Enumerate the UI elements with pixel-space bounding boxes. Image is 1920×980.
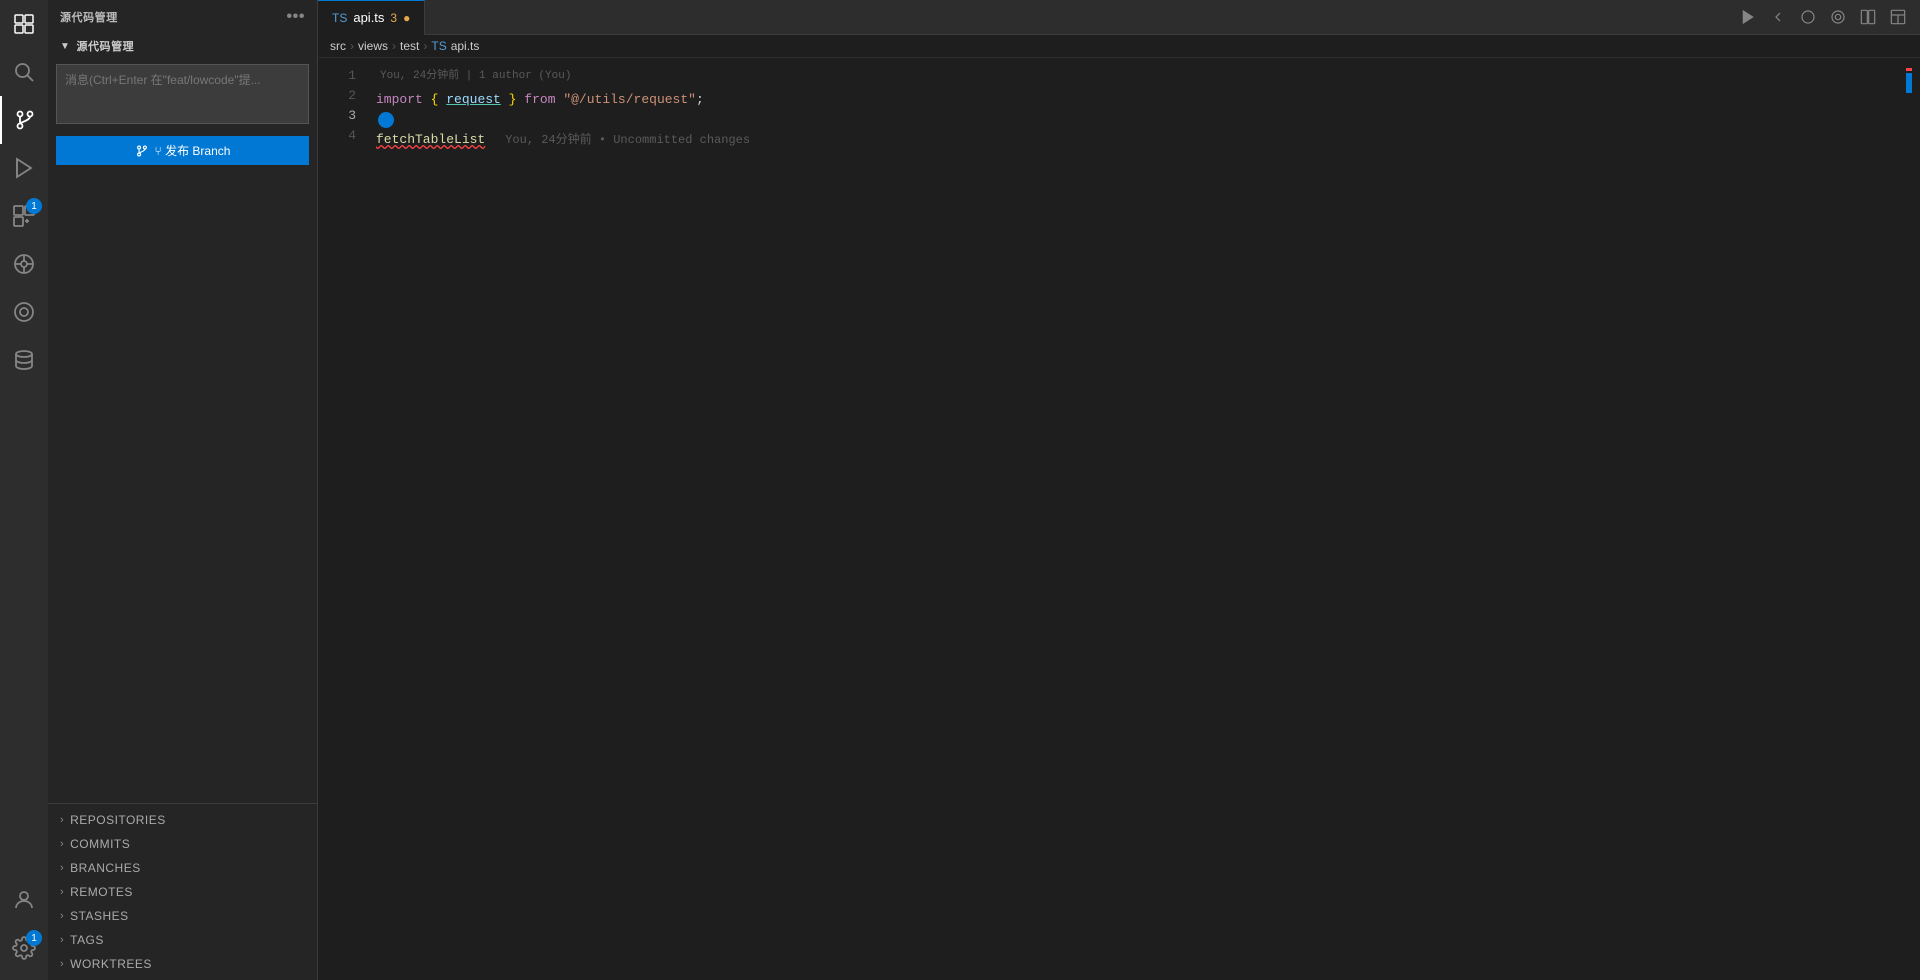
sidebar-section-title[interactable]: ▼ 源代码管理 xyxy=(48,34,317,58)
brace-close: } xyxy=(509,90,517,110)
string-literal: "@/utils/request" xyxy=(563,90,696,110)
code-line-3: fetchTableList You, 24分钟前 • Uncommitted … xyxy=(376,130,1920,150)
breadcrumb-sep-1: › xyxy=(350,39,354,53)
sidebar-item-repositories[interactable]: › REPOSITORIES xyxy=(48,808,317,832)
search-icon[interactable] xyxy=(0,48,48,96)
main-area: TS api.ts 3 ● xyxy=(318,0,1920,980)
sidebar-content xyxy=(48,171,317,803)
error-indicator xyxy=(1906,68,1912,71)
stashes-label: STASHES xyxy=(70,909,129,923)
line-numbers: 1 2 3 4 xyxy=(318,58,368,980)
editor-overview-ruler xyxy=(1906,58,1912,980)
gitlens-icon[interactable] xyxy=(0,288,48,336)
explorer-icon[interactable] xyxy=(0,0,48,48)
code-line-4 xyxy=(376,150,1920,170)
tags-label: TAGS xyxy=(70,933,104,947)
chevron-icon: › xyxy=(60,814,64,826)
section-label: 源代码管理 xyxy=(76,38,134,54)
import-keyword: import xyxy=(376,90,423,110)
tab-api-ts[interactable]: TS api.ts 3 ● xyxy=(318,0,425,35)
run-debug-icon[interactable] xyxy=(0,144,48,192)
chevron-icon: › xyxy=(60,934,64,946)
editor-content: 1 2 3 4 You, 24分钟前 | 1 author (You) impo… xyxy=(318,58,1920,980)
tab-dirty-indicator: 3 xyxy=(390,11,397,25)
back-button[interactable] xyxy=(1764,3,1792,31)
sidebar-item-remotes[interactable]: › REMOTES xyxy=(48,880,317,904)
blame-text: You, 24分钟前 | 1 author (You) xyxy=(380,70,571,82)
activity-bar: 1 xyxy=(0,0,48,980)
collapse-icon: ▼ xyxy=(60,41,70,52)
selection-indicator xyxy=(1906,73,1912,93)
code-line-2 xyxy=(376,110,1920,130)
sidebar-title: 源代码管理 xyxy=(60,9,118,25)
breadcrumb-views[interactable]: views xyxy=(358,39,388,53)
chevron-icon: › xyxy=(60,958,64,970)
breadcrumb-src[interactable]: src xyxy=(330,39,346,53)
breadcrumb-file[interactable]: api.ts xyxy=(451,39,480,53)
chevron-icon: › xyxy=(60,838,64,850)
commits-label: COMMITS xyxy=(70,837,130,851)
activity-bar-bottom: 1 xyxy=(0,876,48,980)
sidebar-item-branches[interactable]: › BRANCHES xyxy=(48,856,317,880)
worktrees-label: WORKTREES xyxy=(70,957,152,971)
tab-modified-dot: ● xyxy=(403,11,410,25)
account-icon[interactable] xyxy=(0,876,48,924)
request-identifier: request xyxy=(446,90,501,110)
tab-bar-actions xyxy=(1734,3,1920,31)
remotes-label: REMOTES xyxy=(70,885,133,899)
chevron-icon: › xyxy=(60,886,64,898)
circle-button-2[interactable] xyxy=(1824,3,1852,31)
brace-open: { xyxy=(431,90,439,110)
run-button[interactable] xyxy=(1734,3,1762,31)
sidebar: 源代码管理 ••• ▼ 源代码管理 ⑂ 发布 Branch › REPOSITO… xyxy=(48,0,318,980)
breadcrumb-sep-3: › xyxy=(423,39,427,53)
source-control-icon[interactable] xyxy=(0,96,48,144)
line-number-4: 4 xyxy=(318,126,368,146)
commit-message-input[interactable] xyxy=(56,64,309,124)
settings-badge: 1 xyxy=(26,930,42,946)
remote-icon[interactable] xyxy=(0,240,48,288)
branches-label: BRANCHES xyxy=(70,861,141,875)
fetch-table-list: fetchTableList xyxy=(376,130,485,150)
sidebar-header-actions: ••• xyxy=(287,8,305,26)
tab-lang-label: TS xyxy=(332,11,347,25)
tab-bar: TS api.ts 3 ● xyxy=(318,0,1920,35)
line-number-3: 3 xyxy=(318,106,368,126)
sidebar-item-stashes[interactable]: › STASHES xyxy=(48,904,317,928)
extensions-icon[interactable]: 1 xyxy=(0,192,48,240)
blame-info: You, 24分钟前 | 1 author (You) xyxy=(376,66,1920,90)
split-button[interactable] xyxy=(1854,3,1882,31)
breadcrumb-ts-icon: TS xyxy=(431,39,446,53)
line-number-2: 2 xyxy=(318,86,368,106)
line-number-1: 1 xyxy=(318,66,368,86)
database-icon[interactable] xyxy=(0,336,48,384)
publish-branch-button[interactable]: ⑂ 发布 Branch xyxy=(56,136,309,165)
chevron-icon: › xyxy=(60,910,64,922)
bottom-sections: › REPOSITORIES › COMMITS › BRANCHES › RE… xyxy=(48,803,317,980)
circle-button[interactable] xyxy=(1794,3,1822,31)
sidebar-item-worktrees[interactable]: › WORKTREES xyxy=(48,952,317,976)
code-line-1: import { request } from "@/utils/request… xyxy=(376,90,1920,110)
extensions-badge: 1 xyxy=(26,198,42,214)
line-3-annotation: You, 24分钟前 • Uncommitted changes xyxy=(505,130,750,150)
repositories-label: REPOSITORIES xyxy=(70,813,166,827)
code-area[interactable]: You, 24分钟前 | 1 author (You) import { req… xyxy=(368,58,1920,980)
chevron-icon: › xyxy=(60,862,64,874)
avatar-icon xyxy=(378,112,394,128)
sidebar-item-tags[interactable]: › TAGS xyxy=(48,928,317,952)
sidebar-header: 源代码管理 ••• xyxy=(48,0,317,34)
sidebar-more-button[interactable]: ••• xyxy=(287,8,305,26)
activity-bar-top: 1 xyxy=(0,0,48,876)
layout-button[interactable] xyxy=(1884,3,1912,31)
settings-icon[interactable]: 1 xyxy=(0,924,48,972)
publish-branch-label: ⑂ 发布 Branch xyxy=(155,142,231,159)
breadcrumb-test[interactable]: test xyxy=(400,39,419,53)
sidebar-item-commits[interactable]: › COMMITS xyxy=(48,832,317,856)
breadcrumb: src › views › test › TS api.ts xyxy=(318,35,1920,58)
tab-filename: api.ts xyxy=(353,10,384,25)
breadcrumb-sep-2: › xyxy=(392,39,396,53)
